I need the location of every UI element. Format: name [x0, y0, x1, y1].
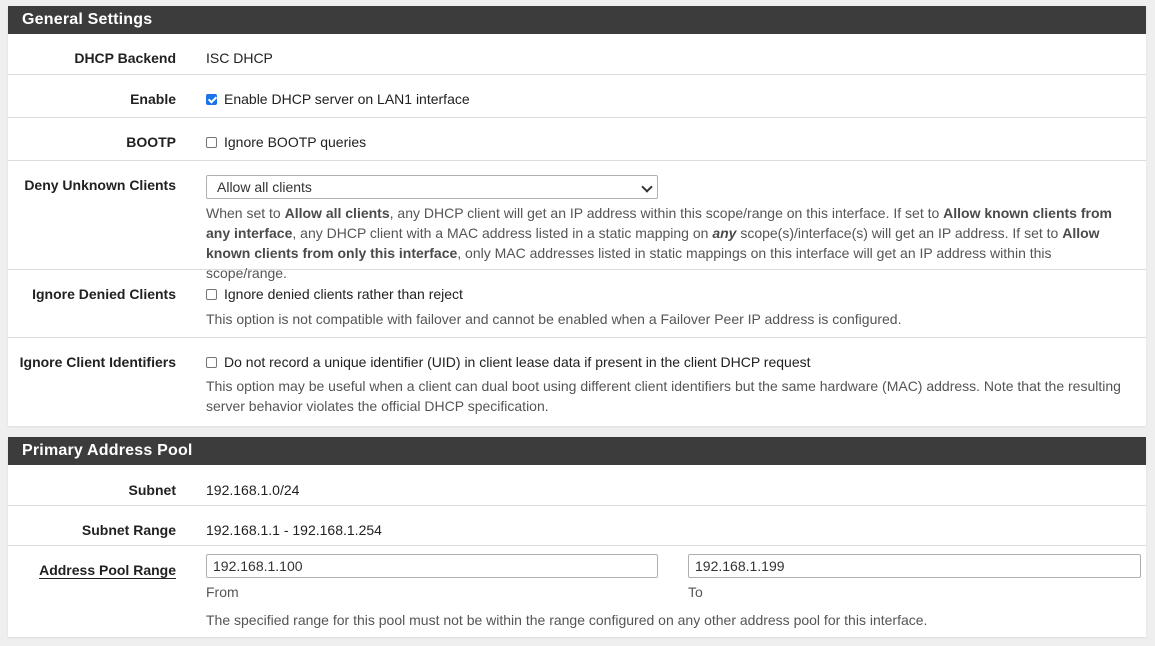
row-ignore-client-identifiers: Ignore Client Identifiers Do not record … — [8, 338, 1146, 426]
panel-heading-general: General Settings — [8, 6, 1146, 34]
row-deny-unknown-clients: Deny Unknown Clients Allow all clients W… — [8, 161, 1146, 281]
row-address-pool-range: Address Pool Range 192.168.1.100 From 19… — [8, 546, 1146, 646]
row-bootp: BOOTP Ignore BOOTP queries — [8, 118, 1146, 161]
ignore-denied-clients-label: Ignore Denied Clients — [32, 286, 176, 302]
enable-label: Enable — [130, 91, 176, 107]
help-text-2: , any DHCP client will get an IP address… — [389, 205, 944, 221]
dhcp-backend-value: ISC DHCP — [206, 50, 273, 66]
help-bold-1: Allow all clients — [284, 205, 390, 221]
deny-unknown-clients-label: Deny Unknown Clients — [24, 177, 176, 193]
address-pool-range-label[interactable]: Address Pool Range — [39, 562, 176, 578]
help-text-1: When set to — [206, 205, 285, 221]
ignore-denied-checkbox[interactable] — [206, 289, 217, 300]
pool-range-from-input[interactable]: 192.168.1.100 — [206, 554, 658, 578]
help-text-3: , any DHCP client with a MAC address lis… — [292, 225, 713, 241]
bootp-checkbox-label: Ignore BOOTP queries — [224, 134, 367, 150]
general-settings-panel: General Settings DHCP Backend ISC DHCP E… — [8, 6, 1146, 426]
row-ignore-denied-clients: Ignore Denied Clients Ignore denied clie… — [8, 270, 1146, 338]
deny-unknown-clients-select[interactable]: Allow all clients — [206, 175, 658, 199]
bootp-checkbox[interactable] — [206, 137, 217, 148]
help-text-4: scope(s)/interface(s) will get an IP add… — [736, 225, 1063, 241]
enable-checkbox[interactable] — [206, 94, 217, 105]
primary-address-pool-panel: Primary Address Pool Subnet 192.168.1.0/… — [8, 437, 1146, 637]
ignore-denied-checkbox-label: Ignore denied clients rather than reject — [224, 286, 463, 302]
enable-control[interactable]: Enable DHCP server on LAN1 interface — [206, 91, 1132, 107]
deny-unknown-clients-selected: Allow all clients — [217, 179, 312, 195]
subnet-label: Subnet — [128, 482, 176, 498]
ignore-client-ids-checkbox-label: Do not record a unique identifier (UID) … — [224, 354, 811, 370]
ignore-denied-help: This option is not compatible with failo… — [206, 311, 902, 327]
bootp-control[interactable]: Ignore BOOTP queries — [206, 134, 1132, 150]
dhcp-backend-label: DHCP Backend — [74, 50, 176, 66]
ignore-client-ids-checkbox[interactable] — [206, 357, 217, 368]
row-dhcp-backend: DHCP Backend ISC DHCP — [8, 34, 1146, 75]
pool-range-to-input[interactable]: 192.168.1.199 — [688, 554, 1141, 578]
ignore-client-ids-help: This option may be useful when a client … — [206, 378, 1121, 414]
panel-heading-pool: Primary Address Pool — [8, 437, 1146, 465]
ignore-client-ids-control[interactable]: Do not record a unique identifier (UID) … — [206, 354, 1132, 370]
row-subnet: Subnet 192.168.1.0/24 — [8, 465, 1146, 506]
subnet-range-value: 192.168.1.1 - 192.168.1.254 — [206, 522, 382, 538]
pool-range-from-label: From — [206, 584, 239, 600]
ignore-client-identifiers-label: Ignore Client Identifiers — [19, 354, 176, 370]
pool-range-help: The specified range for this pool must n… — [206, 612, 928, 628]
chevron-down-icon — [641, 181, 653, 193]
help-bold-3: any — [712, 225, 737, 241]
bootp-label: BOOTP — [126, 134, 176, 150]
pool-range-to-label: To — [688, 584, 703, 600]
enable-checkbox-label: Enable DHCP server on LAN1 interface — [224, 91, 470, 107]
ignore-denied-control[interactable]: Ignore denied clients rather than reject — [206, 286, 1132, 302]
subnet-range-label: Subnet Range — [81, 522, 176, 538]
row-subnet-range: Subnet Range 192.168.1.1 - 192.168.1.254 — [8, 506, 1146, 546]
subnet-value: 192.168.1.0/24 — [206, 482, 300, 498]
row-enable: Enable Enable DHCP server on LAN1 interf… — [8, 75, 1146, 118]
